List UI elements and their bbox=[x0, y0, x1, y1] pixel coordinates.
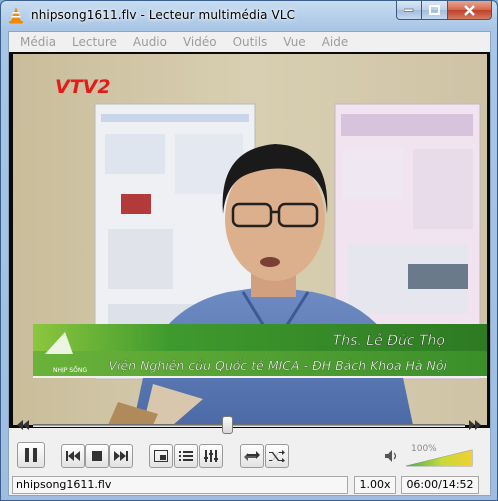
channel-logo-text: VTV2 bbox=[55, 76, 111, 98]
fullscreen-button[interactable] bbox=[149, 444, 173, 468]
maximize-button[interactable] bbox=[422, 1, 448, 20]
extended-settings-button[interactable] bbox=[199, 444, 223, 468]
vlc-window: nhipsong1611.flv - Lecteur multimédia VL… bbox=[0, 0, 498, 501]
minimize-icon bbox=[404, 8, 414, 12]
seek-bar[interactable] bbox=[33, 424, 465, 427]
pause-button[interactable] bbox=[17, 442, 45, 468]
shuffle-button[interactable] bbox=[265, 444, 289, 468]
menu-video[interactable]: Vidéo bbox=[175, 32, 225, 52]
menu-tools[interactable]: Outils bbox=[225, 32, 276, 52]
lower-third-affiliation: Viện Nghiên cứu Quốc tế MICA - ĐH Bách K… bbox=[108, 358, 447, 373]
minimize-button[interactable] bbox=[396, 1, 422, 20]
status-bar: nhipsong1611.flv 1.00x 06:00/14:52 bbox=[9, 474, 490, 496]
menu-audio[interactable]: Audio bbox=[125, 32, 175, 52]
menu-playback[interactable]: Lecture bbox=[64, 32, 125, 52]
vlc-cone-icon bbox=[9, 7, 23, 24]
menu-media[interactable]: Média bbox=[12, 32, 64, 52]
title-bar[interactable]: nhipsong1611.flv - Lecteur multimédia VL… bbox=[1, 1, 497, 31]
seek-handle[interactable] bbox=[221, 416, 233, 434]
close-icon bbox=[464, 4, 475, 16]
next-button[interactable] bbox=[109, 444, 133, 468]
loop-button[interactable] bbox=[240, 444, 264, 468]
fullscreen-icon bbox=[154, 450, 168, 462]
equalizer-icon bbox=[204, 450, 218, 462]
loop-icon bbox=[244, 451, 260, 461]
stop-button[interactable] bbox=[85, 444, 109, 468]
close-button[interactable] bbox=[448, 1, 492, 20]
menu-bar: Média Lecture Audio Vidéo Outils Vue Aid… bbox=[9, 32, 490, 52]
shuffle-icon bbox=[269, 450, 285, 462]
client-area: Média Lecture Audio Vidéo Outils Vue Aid… bbox=[8, 31, 491, 496]
time-display[interactable]: 06:00/14:52 bbox=[401, 476, 479, 494]
video-area[interactable]: VTV2 NHỊP SỐNG Ths. Lê Đức Thọ Viện Nghi… bbox=[9, 52, 490, 428]
channel-logo: VTV2 bbox=[55, 76, 111, 98]
next-icon bbox=[114, 451, 128, 461]
lower-third-name: Ths. Lê Đức Thọ bbox=[333, 333, 445, 349]
previous-button[interactable] bbox=[61, 444, 85, 468]
menu-help[interactable]: Aide bbox=[314, 32, 357, 52]
caption-buttons bbox=[396, 1, 492, 21]
pause-icon bbox=[25, 448, 37, 462]
show-logo-text: NHỊP SỐNG bbox=[53, 366, 87, 374]
seek-backward-icon[interactable] bbox=[17, 420, 29, 430]
window-title: nhipsong1611.flv - Lecteur multimédia VL… bbox=[31, 8, 296, 22]
volume-percent-label: 100% bbox=[411, 444, 437, 454]
playlist-icon bbox=[179, 451, 193, 461]
speaker-icon[interactable] bbox=[385, 450, 399, 462]
playlist-button[interactable] bbox=[174, 444, 198, 468]
status-filename: nhipsong1611.flv bbox=[12, 476, 348, 494]
video-frame[interactable]: VTV2 NHỊP SỐNG Ths. Lê Đức Thọ Viện Nghi… bbox=[13, 54, 487, 425]
previous-icon bbox=[66, 451, 80, 461]
playback-speed[interactable]: 1.00x bbox=[354, 476, 396, 494]
maximize-icon bbox=[429, 5, 440, 15]
menu-view[interactable]: Vue bbox=[275, 32, 313, 52]
stop-icon bbox=[92, 451, 102, 461]
seek-row bbox=[9, 412, 490, 438]
seek-forward-icon[interactable] bbox=[469, 420, 481, 430]
